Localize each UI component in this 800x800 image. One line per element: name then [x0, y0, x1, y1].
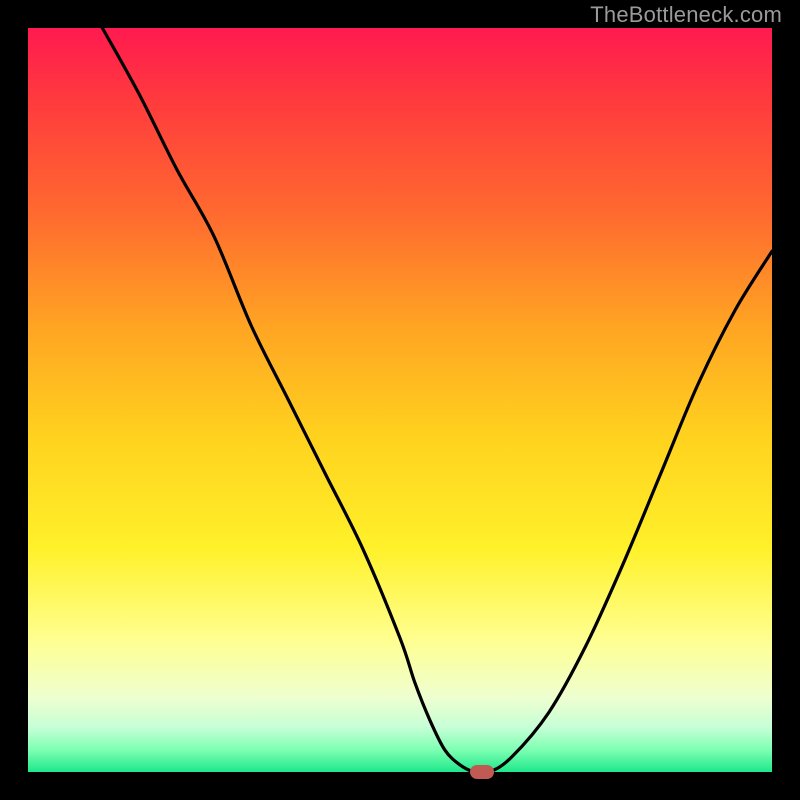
- optimal-point-marker: [470, 765, 494, 779]
- curve-path: [102, 28, 772, 773]
- watermark-text: TheBottleneck.com: [590, 2, 782, 28]
- plot-area: [28, 28, 772, 772]
- chart-frame: TheBottleneck.com: [0, 0, 800, 800]
- bottleneck-curve: [28, 28, 772, 772]
